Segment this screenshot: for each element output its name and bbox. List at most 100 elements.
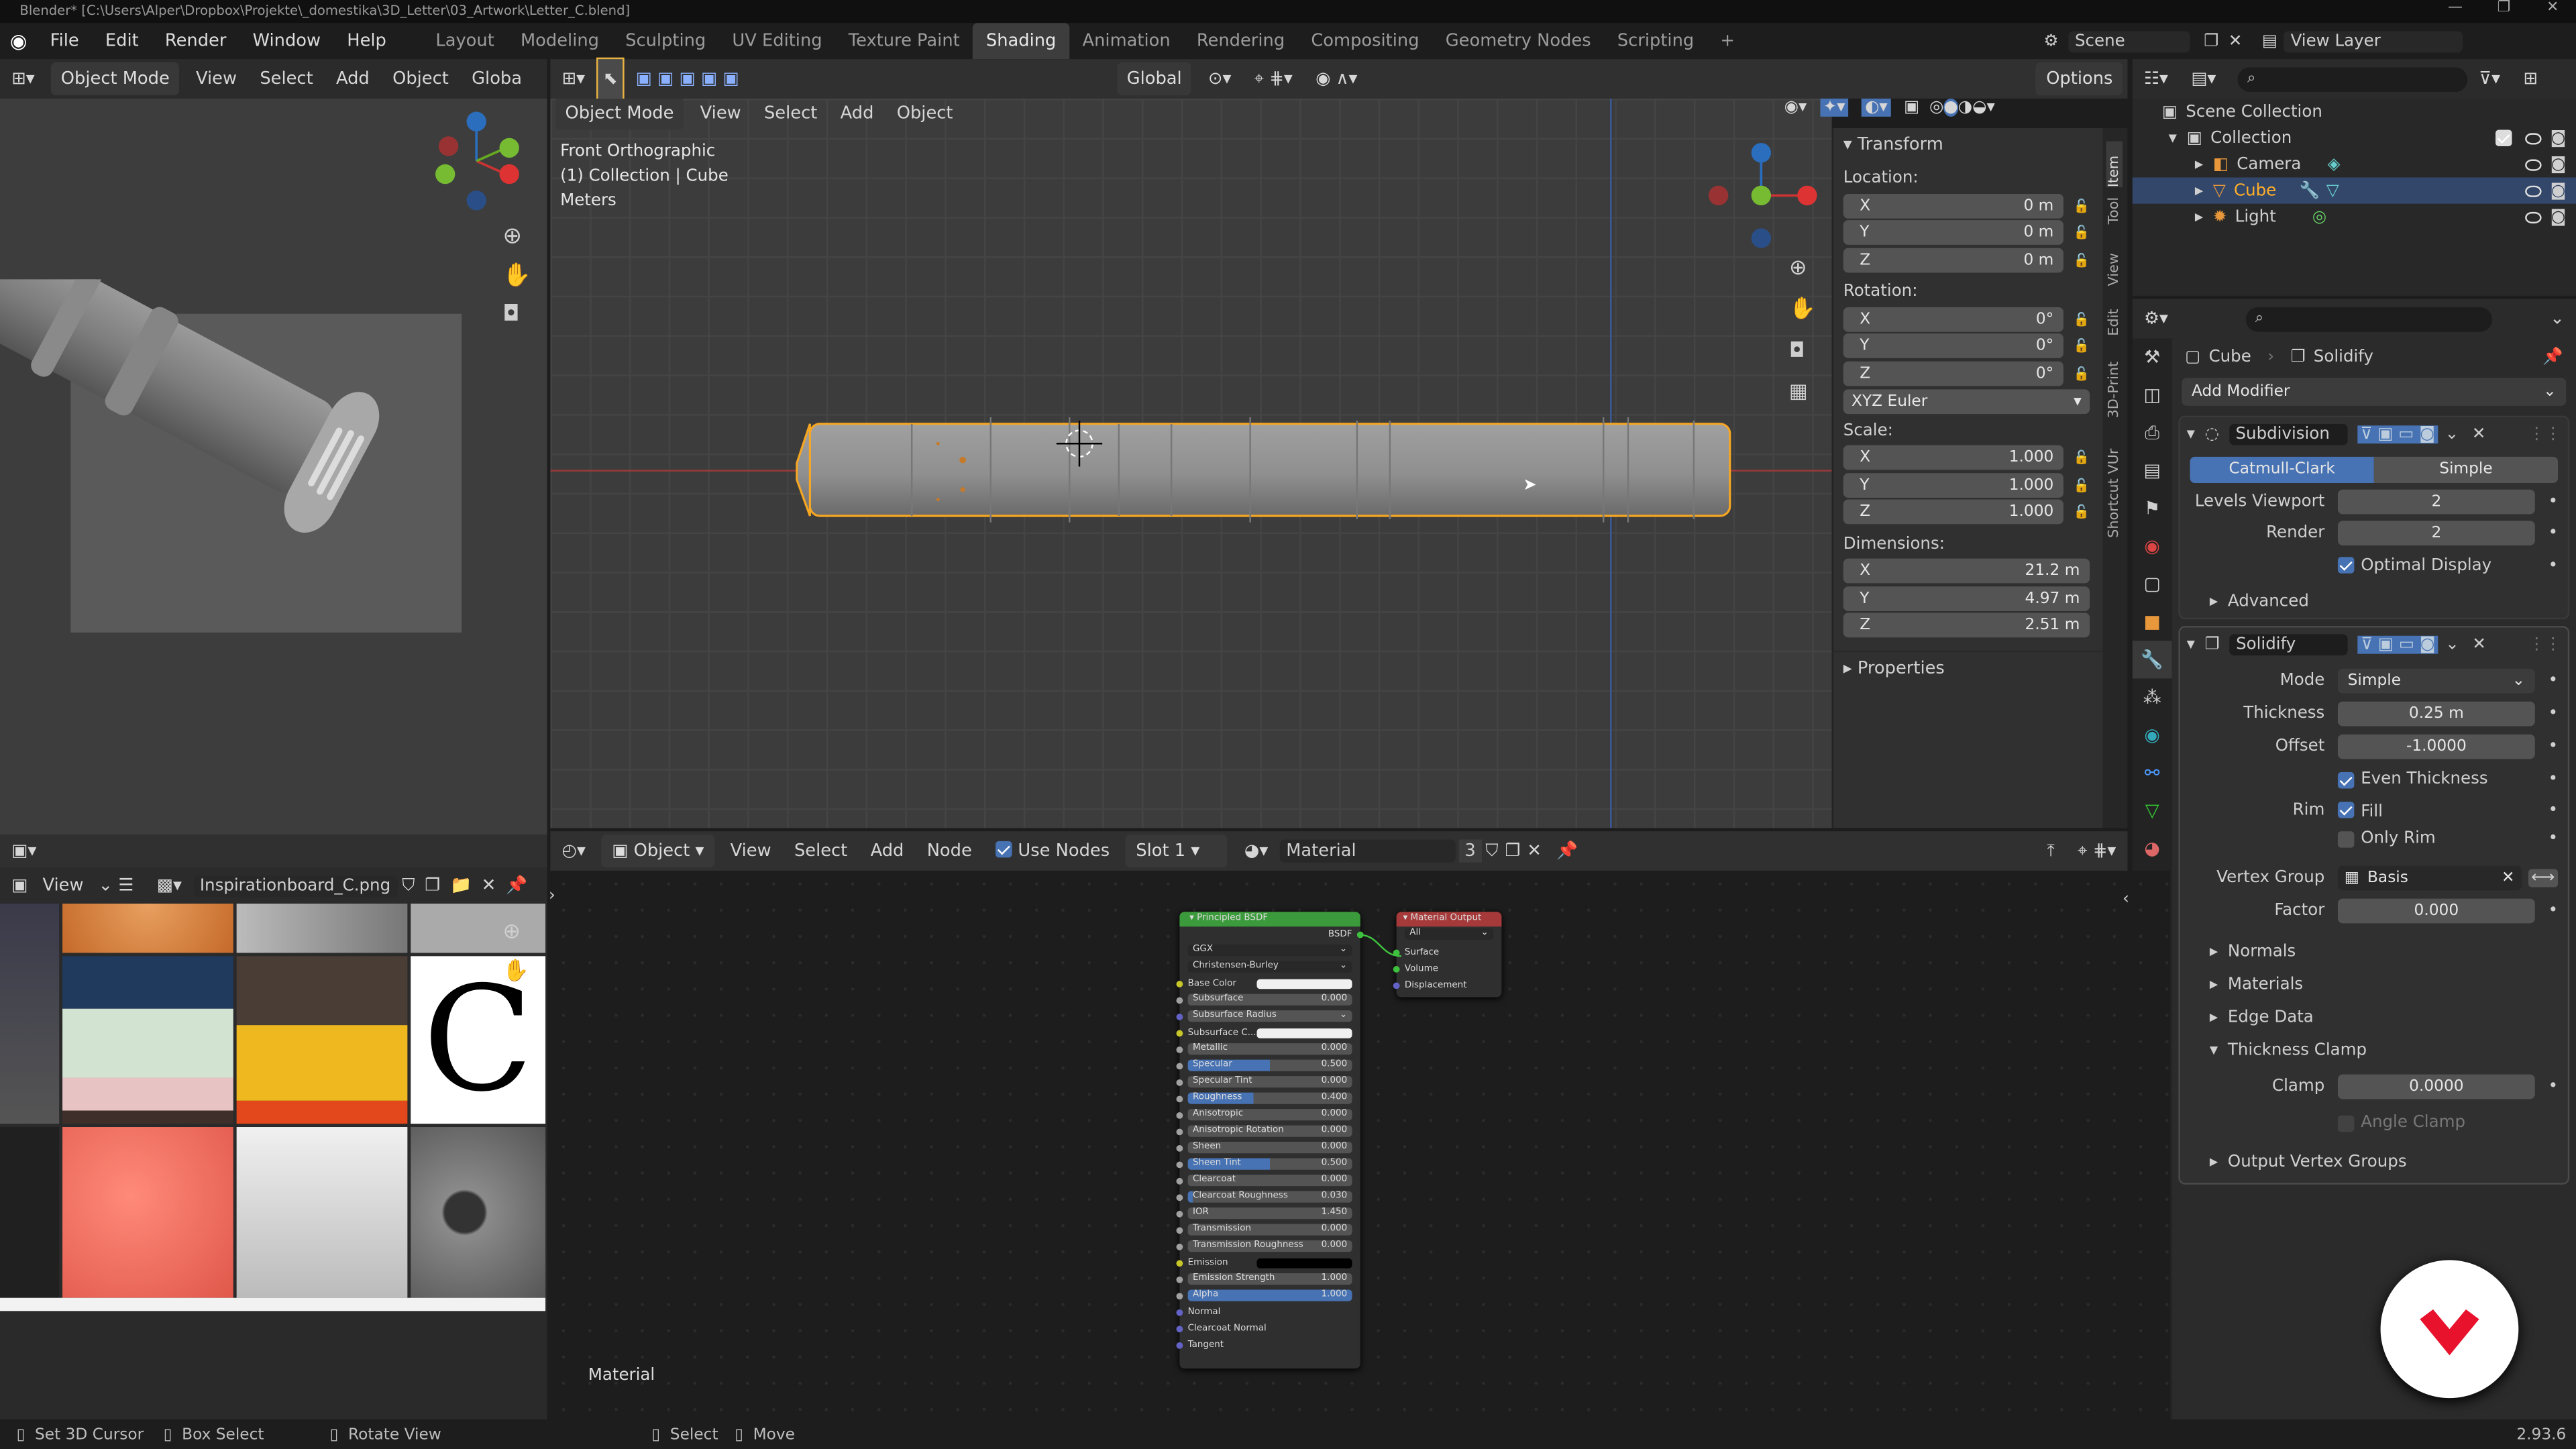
image-new-icon[interactable]: ❐ [420, 866, 445, 906]
material-users-count[interactable]: 3 [1458, 839, 1483, 863]
input-value-slider[interactable]: Roughness 0.400 [1187, 1092, 1352, 1104]
dimensions-y-field[interactable]: Y 4.97 m [1843, 586, 2090, 610]
normals-subpanel[interactable]: ▸ Normals [2210, 940, 2558, 963]
world-tab-icon[interactable]: ◉ [2133, 527, 2172, 565]
bsdf-input-subsurface-c[interactable]: Subsurface C... [1176, 1025, 1360, 1041]
location-y-field[interactable]: Y 0 m [1843, 220, 2064, 245]
collection-tab-icon[interactable]: ▢ [2133, 565, 2172, 602]
fill-checkbox[interactable]: Fill [2337, 800, 2383, 820]
view-layer-tab-icon[interactable]: ▤ [2133, 451, 2172, 489]
blender-logo-icon[interactable]: ◉ [10, 30, 28, 52]
output-header[interactable]: ▾ Material Output [1396, 912, 1502, 927]
factor-field[interactable]: 0.000 [2337, 898, 2535, 924]
outliner-display-icon[interactable]: ▤▾ [2180, 59, 2228, 99]
visibility-icon[interactable]: ◉▾ [1784, 99, 1807, 117]
tab-texture-paint[interactable]: Texture Paint [835, 23, 973, 59]
output-target-dropdown[interactable]: All ⌄ [1397, 926, 1502, 945]
bsdf-input-clearcoat-normal[interactable]: Clearcoat Normal [1176, 1321, 1360, 1337]
material-tab-icon[interactable]: ◕ [2133, 830, 2172, 867]
input-value-slider[interactable]: Metallic 0.000 [1187, 1043, 1352, 1055]
bsdf-input-sheen-tint[interactable]: Sheen Tint 0.500 [1176, 1157, 1360, 1173]
menu-window[interactable]: Window [239, 23, 334, 59]
angle-clamp-checkbox[interactable]: Angle Clamp [2337, 1112, 2558, 1134]
volume-socket[interactable]: Volume [1393, 961, 1502, 977]
properties-options-icon[interactable]: ⌄ [2538, 299, 2576, 339]
materials-subpanel[interactable]: ▸ Materials [2210, 973, 2558, 996]
close-window-icon[interactable]: ✕ [2546, 0, 2559, 16]
main-camera-icon[interactable]: ◘ [1789, 338, 1805, 361]
input-value-slider[interactable]: Transmission Roughness 0.000 [1187, 1240, 1352, 1252]
ortho-toggle-icon[interactable]: ▦ [1789, 380, 1808, 402]
image-pin-icon[interactable]: 📌 [501, 866, 533, 906]
bsdf-input-specular[interactable]: Specular 0.500 [1176, 1058, 1360, 1074]
solidify-toggle-icons[interactable]: ⊽ ▣ ▭ ◙ [2357, 635, 2439, 653]
surface-socket[interactable]: Surface [1393, 945, 1502, 961]
physics-tab-icon[interactable]: ◉ [2133, 716, 2172, 754]
input-socket[interactable] [1176, 1161, 1183, 1169]
material-fake-user-icon[interactable]: ⛉ [1482, 831, 1501, 871]
cube-render-icon[interactable]: ◙ [2551, 182, 2567, 200]
bsdf-input-clearcoat-roughness[interactable]: Clearcoat Roughness 0.030 [1176, 1189, 1360, 1205]
image-browse-icon[interactable]: ▩▾ [146, 866, 194, 906]
subdivision-name-field[interactable]: Subdivision [2229, 423, 2348, 445]
bsdf-input-metallic[interactable]: Metallic 0.000 [1176, 1042, 1360, 1058]
outliner-search-field[interactable]: ⌕ [2237, 66, 2468, 91]
input-value-slider[interactable]: Transmission 0.000 [1187, 1224, 1352, 1236]
node-editor-canvas[interactable]: Material ▾ Principled BSDF BSDF GGX ⌄ Chr… [550, 870, 2171, 1419]
image-name-field[interactable]: Inspirationboard_C.png [193, 875, 397, 896]
3d-cursor-icon[interactable] [1056, 420, 1103, 467]
input-socket[interactable] [1176, 1079, 1183, 1086]
pan-hand-icon[interactable]: ✋ [502, 263, 531, 289]
tab-compositing[interactable]: Compositing [1298, 23, 1432, 59]
main-zoom-icon[interactable]: ⊕ [1789, 256, 1807, 281]
lock-icon[interactable]: 🔓 [2074, 252, 2090, 267]
input-socket[interactable] [1176, 1227, 1183, 1234]
cube-visibility-icon[interactable] [2525, 184, 2542, 197]
menu-file[interactable]: File [37, 23, 92, 59]
outliner-editor-icon[interactable]: ☷▾ [2133, 59, 2180, 99]
main-editor-type-icon[interactable]: ⊞▾ [550, 59, 596, 99]
bsdf-input-anisotropic[interactable]: Anisotropic 0.000 [1176, 1108, 1360, 1124]
properties-search-field[interactable]: ⌕ [2245, 306, 2492, 331]
tab-modeling[interactable]: Modeling [507, 23, 612, 59]
camera-view-icon[interactable]: ◘ [502, 303, 519, 327]
node-menu-node[interactable]: Node [916, 831, 983, 871]
input-socket[interactable] [1176, 1014, 1183, 1020]
delete-scene-icon[interactable]: ✕ [2229, 32, 2243, 50]
subdivision-drag-handle[interactable]: ⋮⋮ [2528, 425, 2561, 443]
image-unlink-icon[interactable]: ✕ [476, 866, 500, 906]
input-socket[interactable] [1176, 1177, 1183, 1185]
subsurface-method-dropdown[interactable]: Christensen-Burley ⌄ [1179, 959, 1360, 975]
bsdf-input-transmission-roughness[interactable]: Transmission Roughness 0.000 [1176, 1239, 1360, 1255]
add-modifier-button[interactable]: Add Modifier ⌄ [2182, 378, 2567, 406]
left-menu-select[interactable]: Select [248, 59, 325, 99]
modifier-tab-icon[interactable]: 🔧 [2132, 641, 2172, 679]
distribution-dropdown[interactable]: GGX ⌄ [1179, 943, 1360, 959]
collection-render-icon[interactable]: ◙ [2551, 129, 2567, 147]
tab-3d-print[interactable]: 3D-Print [2106, 362, 2123, 419]
tab-geometry-nodes[interactable]: Geometry Nodes [1432, 23, 1604, 59]
bsdf-input-normal[interactable]: Normal [1176, 1305, 1360, 1321]
node-menu-view[interactable]: View [718, 831, 782, 871]
slot-dropdown[interactable]: Slot 1 ▾ [1126, 835, 1228, 868]
snap-node-icon[interactable]: ⌖ ⋕▾ [2066, 831, 2127, 871]
optimal-display-checkbox[interactable]: Optimal Display • [2337, 553, 2558, 576]
main-menu-add[interactable]: Add [828, 99, 885, 133]
input-socket[interactable] [1176, 1342, 1183, 1349]
zoom-icon[interactable]: ⊕ [502, 223, 522, 250]
color-swatch[interactable] [1256, 979, 1352, 989]
bsdf-input-clearcoat[interactable]: Clearcoat 0.000 [1176, 1173, 1360, 1189]
parent-node-tree-icon[interactable]: ⤒ [2035, 831, 2066, 871]
gizmo-toggle-icon[interactable]: ✦▾ [1819, 98, 1849, 117]
image-view-mode-icon[interactable]: ▣ [0, 866, 40, 906]
subdivision-remove-icon[interactable]: ✕ [2472, 425, 2486, 443]
light-visibility-icon[interactable] [2525, 211, 2542, 223]
scale-z-field[interactable]: Z 1.000 [1843, 499, 2064, 525]
scale-x-field[interactable]: X 1.000 [1843, 445, 2064, 470]
material-new-icon[interactable]: ❐ [1502, 831, 1524, 871]
input-socket[interactable] [1176, 1128, 1183, 1136]
simple-subdiv-button[interactable]: Simple [2373, 456, 2559, 484]
pivot-icon[interactable]: ⊙▾ [1197, 59, 1243, 99]
material-name-field[interactable]: Material [1279, 839, 1455, 863]
main-navigation-gizmo[interactable] [1702, 138, 1817, 258]
